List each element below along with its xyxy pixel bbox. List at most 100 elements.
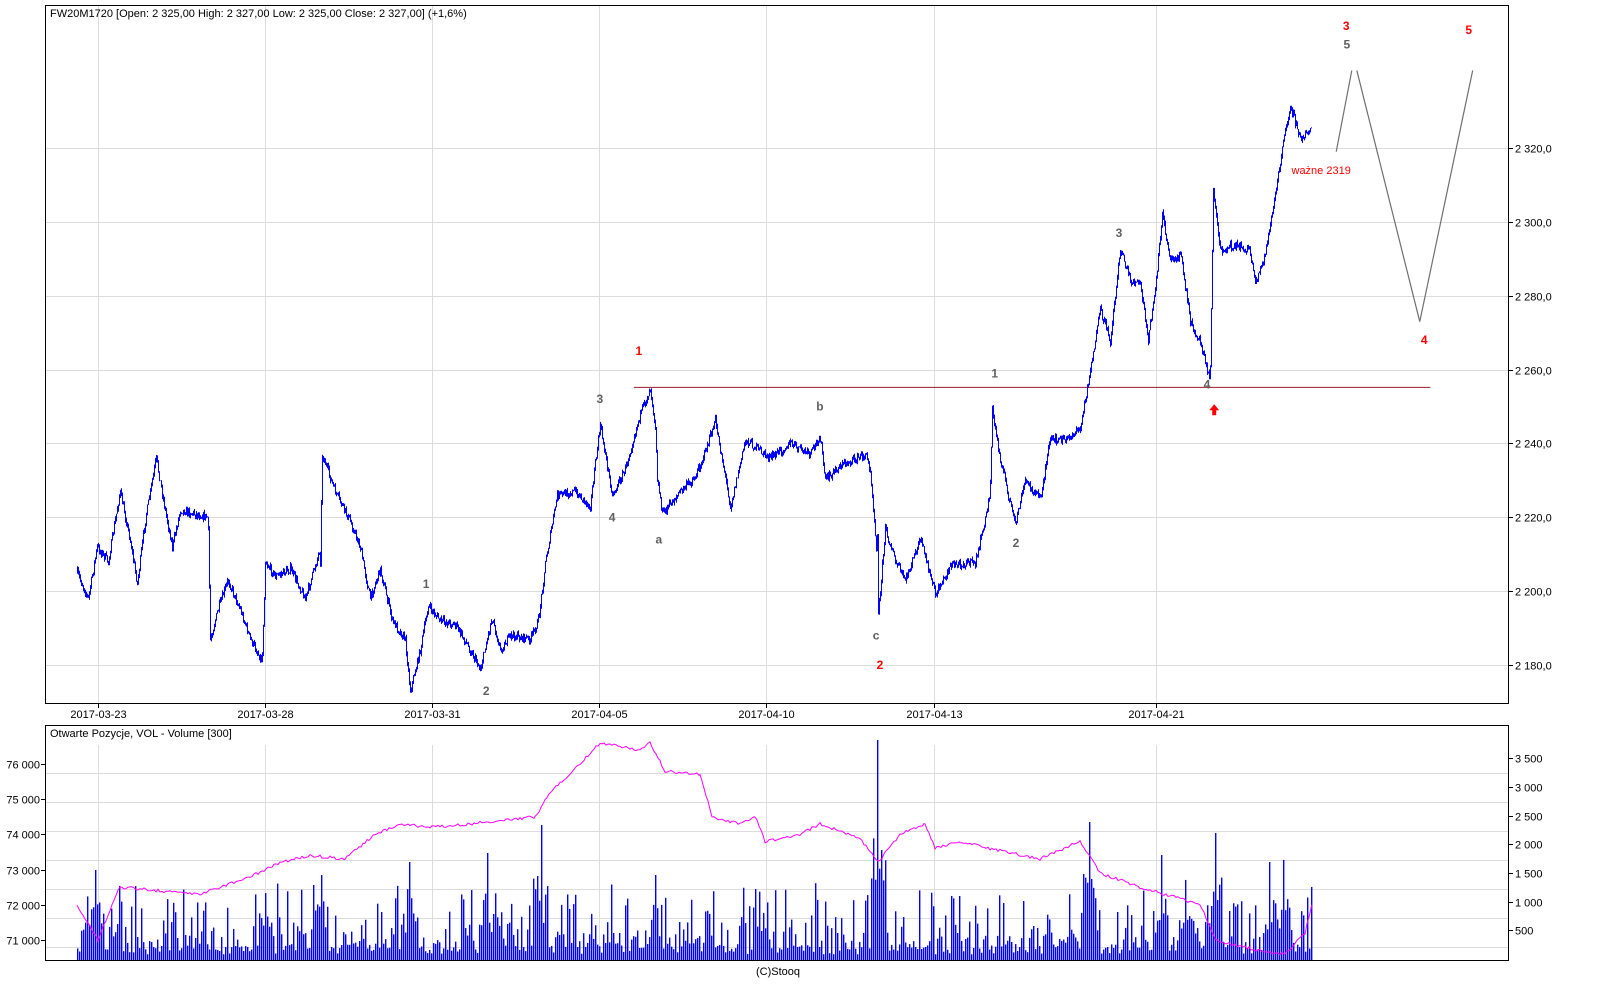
volume-bar (1201, 948, 1203, 960)
volume-bar (901, 926, 903, 960)
volume-bar (1273, 900, 1275, 960)
y-tick-label: 2 260,0 (1515, 366, 1552, 378)
volume-bar (689, 943, 691, 960)
volume-bar (943, 951, 945, 960)
volume-bar (1065, 942, 1067, 960)
volume-bar (193, 948, 195, 960)
volume-bar (399, 949, 401, 960)
volume-bar (803, 950, 805, 960)
volume-bar (189, 935, 191, 960)
volume-bar (671, 946, 673, 960)
volume-bar (1157, 920, 1159, 960)
volume-bar (999, 895, 1001, 960)
volume-bar (1107, 947, 1109, 960)
volume-bar (113, 936, 115, 960)
volume-bar (1225, 947, 1227, 960)
volume-bar (827, 925, 829, 960)
volume-bar (503, 938, 505, 960)
volume-bar (525, 951, 527, 960)
volume-bar (1029, 937, 1031, 960)
volume-bar (439, 942, 441, 960)
volume-bar (287, 891, 289, 960)
volume-bar (117, 924, 119, 960)
volume-bar (121, 901, 123, 960)
volume-bar (1203, 945, 1205, 960)
volume-bar (1093, 887, 1095, 960)
price-chart-title: FW20M1720 [Open: 2 325,00 High: 2 327,00… (50, 8, 467, 20)
volume-bar (751, 949, 753, 960)
volume-bar (931, 892, 933, 960)
volume-bar (791, 919, 793, 960)
volume-bar (197, 902, 199, 960)
volume-bar (923, 947, 925, 960)
volume-bar (425, 951, 427, 960)
volume-bar (1059, 938, 1061, 960)
wave-label: 2 (483, 684, 490, 698)
volume-bar (1307, 897, 1309, 960)
volume-bar (1001, 946, 1003, 960)
volume-bar (195, 937, 197, 960)
volume-bar (905, 942, 907, 960)
volume-bar (1041, 953, 1043, 960)
volume-bar (427, 953, 429, 960)
volume-bar (265, 893, 267, 960)
volume-bar (753, 907, 755, 960)
volume-bar (787, 947, 789, 960)
volume-bar (397, 885, 399, 960)
x-tick-label: 2017-04-13 (906, 709, 962, 721)
volume-bar (1127, 905, 1129, 960)
volume-bar (1031, 929, 1033, 960)
volume-bar (1053, 944, 1055, 960)
volume-bar (487, 852, 489, 960)
volume-bar (739, 925, 741, 960)
volume-bar (1189, 916, 1191, 960)
volume-bar (1171, 944, 1173, 960)
volume-bar (413, 913, 415, 960)
volume-bar (251, 949, 253, 960)
volume-bar (1163, 913, 1165, 960)
volume-bar (1143, 890, 1145, 960)
volume-bar (1113, 948, 1115, 960)
volume-bar (277, 883, 279, 960)
volume-bar (597, 944, 599, 960)
volume-bar (593, 938, 595, 960)
volume-bar (131, 906, 133, 960)
volume-bar (673, 949, 675, 960)
volume-bar (721, 922, 723, 960)
volume-bar (371, 950, 373, 960)
volume-bar (569, 908, 571, 960)
volume-bar (777, 952, 779, 960)
volume-bar (979, 948, 981, 960)
volume-bar (975, 905, 977, 960)
volume-bar (1069, 894, 1071, 960)
volume-bar (1195, 933, 1197, 960)
volume-bar (1303, 915, 1305, 960)
volume-bar (1263, 933, 1265, 960)
volume-bar (1291, 930, 1293, 960)
volume-bar (335, 915, 337, 960)
volume-bar (825, 901, 827, 960)
volume-bar (747, 953, 749, 960)
volume-bar (347, 944, 349, 960)
volume-bar (767, 902, 769, 960)
volume-bar (339, 948, 341, 960)
volume-bar (157, 939, 159, 960)
volume-bar (775, 890, 777, 960)
volume-bar (1139, 947, 1141, 960)
volume-bar (731, 948, 733, 960)
volume-bar (481, 925, 483, 960)
volume-bar (615, 943, 617, 960)
volume-bar (547, 886, 549, 960)
volume-bar (1111, 944, 1113, 960)
volume-bar (795, 934, 797, 960)
volume-bar (891, 944, 893, 960)
volume-bar (1051, 932, 1053, 960)
volume-bar (1173, 937, 1175, 960)
volume-bar (165, 933, 167, 960)
volume-bar (715, 947, 717, 960)
volume-bar (513, 934, 515, 960)
volume-bar (395, 898, 397, 960)
volume-bar (269, 926, 271, 960)
volume-bar (675, 934, 677, 960)
x-tick-label: 2017-03-31 (404, 709, 460, 721)
